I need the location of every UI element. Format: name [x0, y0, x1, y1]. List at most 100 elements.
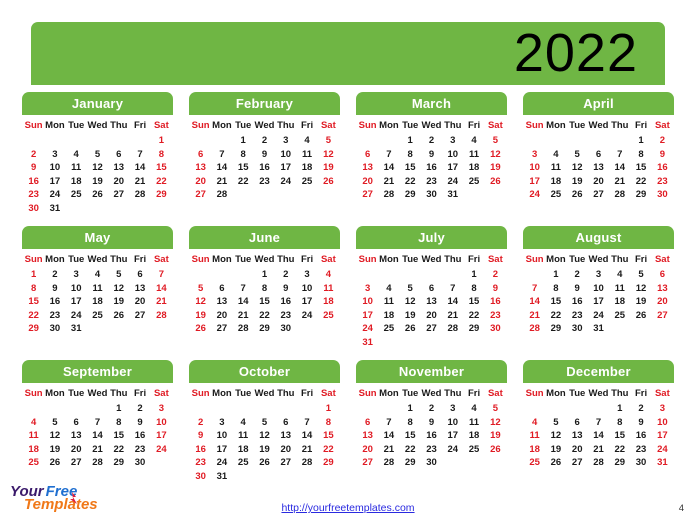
- day-cell: 3: [659, 403, 665, 414]
- day-cell: 25: [301, 175, 313, 187]
- weekday-label-sun: Sun: [358, 388, 377, 399]
- day-cell: 9: [52, 282, 58, 294]
- day-cell: 13: [70, 430, 82, 442]
- day-cell-empty: [254, 402, 275, 416]
- day-cell: 29: [468, 323, 480, 335]
- day-cell: 27: [593, 189, 604, 201]
- day-cell: 18: [92, 296, 103, 308]
- day-cell: 11: [71, 162, 82, 174]
- day-cell: 7: [386, 416, 392, 428]
- weekday-label-sun: Sun: [24, 388, 43, 399]
- day-cell: 26: [259, 457, 270, 469]
- day-cell: 28: [529, 323, 540, 335]
- day-cell: 27: [657, 309, 668, 321]
- weekday-label-sat: Sat: [654, 254, 670, 265]
- day-cell: 15: [259, 296, 270, 308]
- day-cell: 2: [428, 135, 435, 146]
- day-cell: 23: [28, 189, 39, 201]
- day-cell-empty: [357, 268, 378, 282]
- footer-url-link[interactable]: http://yourfreetemplates.com: [281, 502, 414, 514]
- day-cell: 13: [657, 282, 668, 294]
- day-cell-empty: [442, 456, 463, 470]
- day-cell: 17: [280, 162, 292, 174]
- weekday-label-fri: Fri: [133, 120, 147, 131]
- day-cell: 22: [614, 443, 626, 455]
- day-cell: 31: [447, 189, 459, 201]
- days-grid: 1 2 3 4 5 6 7 8 9 10 11 12 13 14 15 16 17 18 19 20 21 22 23 24 2…: [189, 268, 340, 336]
- month-name: April: [583, 96, 614, 111]
- day-cell: 30: [280, 323, 292, 335]
- day-cell: 15: [614, 430, 626, 442]
- day-cell: 27: [195, 189, 206, 201]
- day-cell: 6: [116, 148, 122, 160]
- days-grid: 1 2 3 4 5 6 7 8 9 10 11 12 13 14 15 16 17 18 19 20 21 22 23 24 2…: [22, 134, 173, 216]
- day-cell: 26: [635, 309, 647, 321]
- weekday-label-wed: Wed: [254, 254, 275, 265]
- day-cell: 5: [52, 416, 58, 428]
- day-cell: 2: [137, 403, 143, 414]
- day-cell: 3: [531, 148, 538, 160]
- day-cell: 2: [261, 135, 268, 146]
- weekday-label-thu: Thu: [110, 254, 128, 265]
- day-cell: 17: [156, 430, 167, 442]
- day-cell: 29: [614, 457, 626, 469]
- day-cell: 11: [469, 416, 480, 428]
- day-cell: 26: [113, 309, 125, 321]
- day-cell: 25: [468, 175, 480, 187]
- day-cell: 13: [216, 296, 228, 308]
- month-header-october: October: [189, 360, 340, 383]
- day-cell: 12: [92, 162, 103, 174]
- day-cell: 23: [280, 309, 292, 321]
- day-cell: 20: [571, 443, 583, 455]
- year-title-banner: 2022: [31, 22, 665, 85]
- weekday-label-mon: Mon: [212, 120, 232, 131]
- day-cell: 1: [240, 135, 246, 146]
- day-cell: 6: [428, 282, 435, 294]
- day-cell-empty: [23, 402, 44, 416]
- day-cell: 15: [156, 162, 167, 174]
- day-cell-empty: [524, 268, 545, 282]
- day-cell: 18: [468, 430, 480, 442]
- day-cell: 30: [28, 202, 39, 214]
- day-cell-empty: [211, 268, 232, 282]
- day-cell: 26: [323, 175, 334, 187]
- day-cell: 31: [593, 323, 604, 335]
- day-cell-empty: [357, 402, 378, 416]
- day-cell: 22: [259, 309, 270, 321]
- weekday-label-fri: Fri: [634, 120, 648, 131]
- weekday-label-sat: Sat: [487, 120, 503, 131]
- day-cell: 28: [447, 323, 459, 335]
- day-cell: 25: [237, 457, 249, 469]
- day-cell: 16: [280, 296, 292, 308]
- day-cell: 28: [301, 457, 313, 469]
- day-cell: 10: [362, 296, 373, 308]
- day-cell: 31: [70, 323, 82, 335]
- day-cell: 27: [70, 457, 82, 469]
- weekday-label-tue: Tue: [569, 254, 586, 265]
- day-cell: 9: [492, 282, 498, 294]
- day-cell: 21: [614, 175, 626, 187]
- weekday-label-thu: Thu: [110, 388, 128, 399]
- month-header-june: June: [189, 226, 340, 249]
- weekday-label-mon: Mon: [45, 388, 65, 399]
- month-header-august: August: [523, 226, 674, 249]
- day-cell: 24: [280, 175, 292, 187]
- day-cell-empty: [567, 402, 588, 416]
- weekday-header-row: Sun Mon Tue Wed Thu Fri Sat: [189, 120, 340, 131]
- day-cell: 16: [571, 296, 583, 308]
- weekday-label-fri: Fri: [300, 120, 314, 131]
- day-cell: 4: [240, 416, 246, 428]
- day-cell-empty: [652, 322, 673, 336]
- weekday-label-sun: Sun: [525, 120, 544, 131]
- day-cell: 15: [404, 162, 416, 174]
- day-cell: 28: [237, 323, 249, 335]
- day-cell: 11: [302, 148, 313, 160]
- day-cell: 22: [113, 443, 125, 455]
- day-cell: 4: [471, 403, 477, 414]
- day-cell: 12: [195, 296, 206, 308]
- day-cell: 8: [30, 282, 37, 294]
- day-cell: 9: [428, 148, 435, 160]
- footer-url[interactable]: http://yourfreetemplates.com: [0, 502, 696, 514]
- day-cell-empty: [151, 202, 172, 216]
- day-cell-empty: [211, 402, 232, 416]
